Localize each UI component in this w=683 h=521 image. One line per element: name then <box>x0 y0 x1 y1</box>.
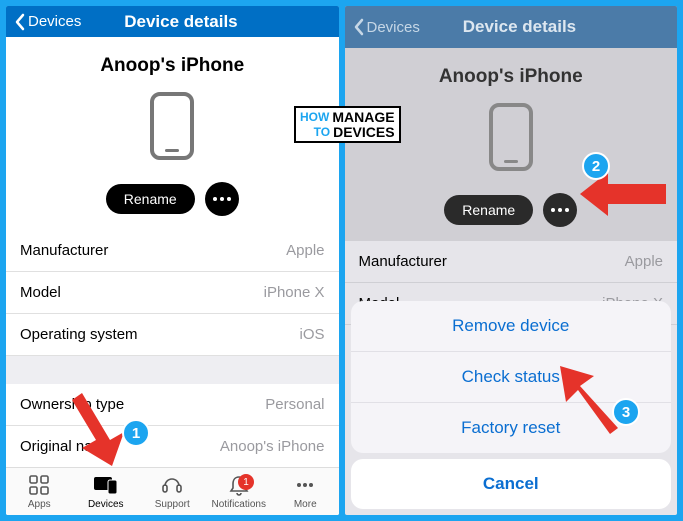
rename-button[interactable]: Rename <box>444 195 533 225</box>
row-ownership: Ownership type Personal <box>6 384 339 426</box>
phone-right: Devices Device details Anoop's iPhone Re… <box>345 6 678 515</box>
nav-bar: Devices Device details <box>6 6 339 37</box>
value: Personal <box>265 396 324 413</box>
rename-button[interactable]: Rename <box>106 184 195 214</box>
row-original-name: Original name Anoop's iPhone <box>6 426 339 467</box>
nav-title: Device details <box>370 17 669 37</box>
tab-label: More <box>294 499 317 510</box>
sheet-remove-device[interactable]: Remove device <box>351 301 672 352</box>
phone-left: Devices Device details Anoop's iPhone Re… <box>6 6 339 515</box>
logo-manage: MANAGE <box>332 110 394 125</box>
row-manufacturer: Manufacturer Apple <box>6 230 339 272</box>
step-badge-1: 1 <box>122 419 150 447</box>
arrow-icon-3 <box>548 358 628 438</box>
value: iPhone X <box>264 284 325 301</box>
phone-icon <box>488 102 534 172</box>
more-icon <box>294 474 316 496</box>
label: Operating system <box>20 326 138 343</box>
apps-icon <box>28 474 50 496</box>
step-badge-2: 2 <box>582 152 610 180</box>
row-model: Model iPhone X <box>6 272 339 314</box>
nav-title: Device details <box>31 12 330 32</box>
value: Apple <box>625 253 663 270</box>
phone-icon <box>149 91 195 161</box>
tab-label: Notifications <box>212 499 266 510</box>
logo-how: HOW <box>300 111 329 124</box>
tab-label: Support <box>155 499 190 510</box>
tab-apps[interactable]: Apps <box>6 468 73 515</box>
actions-row: Rename <box>6 182 339 216</box>
section-gap <box>6 356 339 384</box>
nav-bar: Devices Device details <box>345 6 678 48</box>
device-name: Anoop's iPhone <box>345 66 678 88</box>
logo-devices: DEVICES <box>333 125 394 140</box>
logo-to: TO <box>314 126 330 139</box>
value: iOS <box>299 326 324 343</box>
chevron-left-icon <box>353 18 365 36</box>
device-header: Anoop's iPhone Rename <box>6 37 339 230</box>
devices-icon <box>93 474 119 496</box>
tab-more[interactable]: More <box>272 468 339 515</box>
tab-label: Apps <box>28 499 51 510</box>
details-list: Manufacturer Apple Model iPhone X Operat… <box>6 230 339 467</box>
support-icon <box>161 474 183 496</box>
tab-bar: Apps Devices Support Notifications 1 Mor… <box>6 467 339 515</box>
tab-devices[interactable]: Devices <box>73 468 140 515</box>
row-os: Operating system iOS <box>6 314 339 356</box>
label: Manufacturer <box>359 253 447 270</box>
tab-notifications[interactable]: Notifications 1 <box>206 468 273 515</box>
row-manufacturer: Manufacturer Apple <box>345 241 678 283</box>
value: Anoop's iPhone <box>220 438 325 455</box>
logo-watermark: HOW MANAGE TO DEVICES <box>294 106 401 143</box>
arrow-icon-1 <box>62 388 132 468</box>
label: Manufacturer <box>20 242 108 259</box>
notification-badge: 1 <box>238 474 254 490</box>
chevron-left-icon <box>14 13 26 31</box>
device-name: Anoop's iPhone <box>6 55 339 77</box>
tab-label: Devices <box>88 499 124 510</box>
more-button[interactable] <box>543 193 577 227</box>
step-badge-3: 3 <box>612 398 640 426</box>
label: Model <box>20 284 61 301</box>
sheet-cancel[interactable]: Cancel <box>351 459 672 509</box>
tab-support[interactable]: Support <box>139 468 206 515</box>
more-button[interactable] <box>205 182 239 216</box>
value: Apple <box>286 242 324 259</box>
